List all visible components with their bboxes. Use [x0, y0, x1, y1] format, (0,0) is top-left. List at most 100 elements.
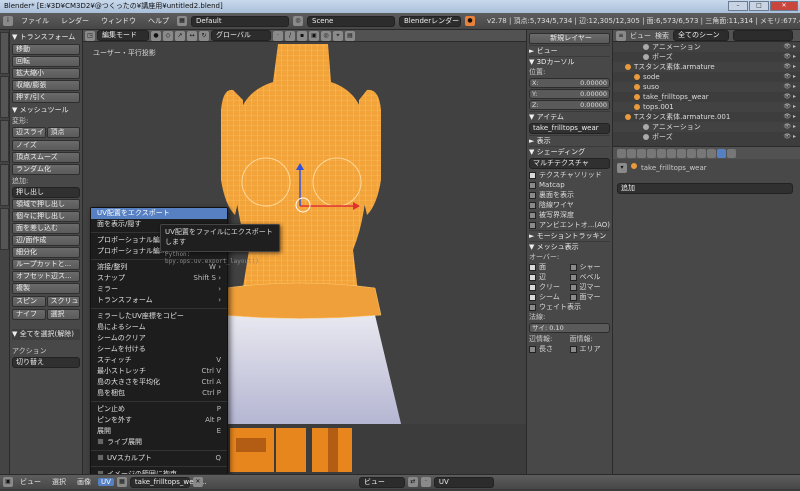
menu-item[interactable]: 島の大きさを平均化 Ctrl A	[91, 377, 227, 388]
data-tab-icon[interactable]	[687, 148, 696, 158]
outliner-row[interactable]: アニメーション 👁 ▸	[613, 42, 800, 52]
render-tab-icon[interactable]	[617, 148, 626, 158]
display-panel-header[interactable]: ► 表示	[529, 135, 610, 146]
menu-render[interactable]: レンダー	[57, 16, 93, 26]
outliner-display-mode[interactable]: 全てのシーン	[673, 30, 729, 41]
outliner-editor-icon[interactable]: ≡	[616, 30, 626, 41]
loop-cut-button[interactable]: ループカットと...	[12, 259, 80, 270]
outliner-search-input[interactable]	[733, 30, 793, 41]
manipulator-icon[interactable]: ↗	[175, 30, 185, 41]
material-tab-icon[interactable]	[697, 148, 706, 158]
visibility-icon[interactable]: 👁 ▸	[783, 52, 796, 62]
mode-select[interactable]: 編集モード	[97, 30, 149, 41]
mesh-tools-panel-header[interactable]: ▼ メッシュツール	[12, 105, 80, 116]
orientation-select[interactable]: グローバル	[211, 30, 271, 41]
push-pull-button[interactable]: 押す/引く	[12, 92, 80, 103]
menu-item[interactable]: 島によるシーム	[91, 322, 227, 333]
visibility-icon[interactable]: 👁 ▸	[783, 62, 796, 72]
bottom-view-menu[interactable]: ビュー	[16, 477, 45, 487]
object-tab-icon[interactable]	[657, 148, 666, 158]
bottom-select-menu[interactable]: 選択	[48, 477, 70, 487]
offset-edge-slide-button[interactable]: オフセット辺ス...	[12, 271, 80, 282]
outliner-row[interactable]: tops.001 👁 ▸	[613, 102, 800, 112]
edge-length-checkbox[interactable]: 長さ	[529, 344, 570, 354]
menu-checkbox-icon[interactable]	[97, 454, 104, 461]
overlay-checkbox[interactable]: 面	[529, 262, 570, 272]
outliner-row[interactable]: Tスタンス素体.armature.001 👁 ▸	[613, 112, 800, 122]
cursor-x-field[interactable]: X: 0.00000	[529, 78, 610, 88]
uv-sync-icon[interactable]: ⇄	[407, 477, 418, 487]
smooth-vertex-button[interactable]: 頂点スムーズ	[12, 152, 80, 163]
edge-select-icon[interactable]: /	[285, 30, 295, 41]
edge-slide-button[interactable]: 辺スライ	[12, 127, 46, 138]
screw-button[interactable]: スクリュ	[46, 296, 80, 307]
visibility-icon[interactable]: 👁 ▸	[783, 122, 796, 132]
face-area-checkbox[interactable]: エリア	[569, 344, 611, 354]
view3d-editor-icon[interactable]: ◳	[85, 30, 95, 41]
image-editor-icon[interactable]: ▣	[3, 477, 13, 487]
menu-window[interactable]: ウィンドウ	[97, 16, 140, 26]
action-select[interactable]: 切り替え	[12, 357, 80, 368]
outliner-view-menu[interactable]: ビュー	[630, 31, 651, 41]
proportional-edit-icon[interactable]: ◎	[321, 30, 331, 41]
menu-item[interactable]: スナップ Shift S ›	[91, 273, 227, 284]
close-button[interactable]: ✕	[770, 1, 798, 11]
view-panel-header[interactable]: ► ビュー	[529, 45, 610, 56]
overlay-checkbox[interactable]: 辺マー	[569, 282, 611, 292]
operator-panel-header[interactable]: ▼ 全てを選択(解除)	[12, 329, 80, 340]
visibility-icon[interactable]: 👁 ▸	[783, 102, 796, 112]
tab-tools[interactable]	[0, 32, 9, 74]
menu-item[interactable]: シームのクリア	[91, 333, 227, 344]
overlay-checkbox[interactable]: ベベル	[569, 272, 611, 282]
menu-checkbox-icon[interactable]	[97, 438, 104, 445]
menu-item[interactable]: ライブ展開	[91, 437, 227, 448]
transform-panel-header[interactable]: ▼ トランスフォーム	[12, 32, 80, 43]
screen-layout-field[interactable]: Default	[191, 15, 289, 27]
menu-item[interactable]: 最小ストレッチ Ctrl V	[91, 366, 227, 377]
menu-item[interactable]: UVスカルプト Q	[91, 453, 227, 464]
select-button[interactable]: 選択	[46, 309, 80, 320]
menu-item[interactable]: スティッチ V	[91, 355, 227, 366]
render-engine-select[interactable]: Blenderレンダー	[399, 15, 461, 27]
render-layers-tab-icon[interactable]	[627, 148, 636, 158]
shrink-fatten-button[interactable]: 収縮/膨張	[12, 80, 80, 91]
blend-mode-select[interactable]: 追加	[617, 183, 793, 194]
menu-item[interactable]: シームを付ける	[91, 344, 227, 355]
tab-grease-pencil[interactable]	[0, 208, 9, 250]
rotate-icon[interactable]: ↻	[199, 30, 209, 41]
normal-size-field[interactable]: サイ: 0.10	[529, 323, 610, 333]
cursor-z-field[interactable]: Z: 0.00000	[529, 100, 610, 110]
visibility-icon[interactable]: 👁 ▸	[783, 72, 796, 82]
shading-checkbox[interactable]: Matcap	[529, 180, 610, 190]
duplicate-button[interactable]: 複製	[12, 283, 80, 294]
visibility-icon[interactable]: 👁 ▸	[783, 112, 796, 122]
world-tab-icon[interactable]	[647, 148, 656, 158]
outliner-row[interactable]: take_frilltops_wear 👁 ▸	[613, 92, 800, 102]
shading-checkbox[interactable]: 被写界深度	[529, 210, 610, 220]
overlay-checkbox[interactable]: 辺	[529, 272, 570, 282]
make-edge-face-button[interactable]: 辺/面作成	[12, 235, 80, 246]
layers-icon[interactable]: ▤	[345, 30, 355, 41]
item-name-field[interactable]: take_frilltops_wear	[529, 123, 610, 134]
image-browse-icon[interactable]: ▦	[116, 477, 127, 487]
visibility-icon[interactable]: 👁 ▸	[783, 92, 796, 102]
outliner-row[interactable]: sode 👁 ▸	[613, 72, 800, 82]
menu-item[interactable]: ピンを外す Alt P	[91, 415, 227, 426]
outliner-row[interactable]: ポーズ 👁 ▸	[613, 52, 800, 62]
minimize-button[interactable]: –	[728, 1, 748, 11]
viewport-shading-icon[interactable]: ●	[151, 30, 161, 41]
outliner-row[interactable]: suso 👁 ▸	[613, 82, 800, 92]
shading-checkbox[interactable]: 裏面を表示	[529, 190, 610, 200]
snap-icon[interactable]: ⌖	[333, 30, 343, 41]
pivot-point-icon[interactable]: ◇	[163, 30, 173, 41]
move-button[interactable]: 移動	[12, 44, 80, 55]
tab-shading-uvs[interactable]	[0, 120, 9, 162]
modifiers-tab-icon[interactable]	[677, 148, 686, 158]
bottom-view-select[interactable]: ビュー	[358, 476, 405, 488]
knife-button[interactable]: ナイフ	[12, 309, 46, 320]
menu-help[interactable]: ヘルプ	[144, 16, 173, 26]
shading-panel-header[interactable]: ▼ シェーディング	[529, 146, 610, 157]
new-layer-button[interactable]: 新規レイヤー	[529, 33, 610, 44]
shading-mode-select[interactable]: マルチテクスチャ	[529, 158, 610, 169]
overlay-checkbox[interactable]: シーム	[529, 292, 570, 302]
